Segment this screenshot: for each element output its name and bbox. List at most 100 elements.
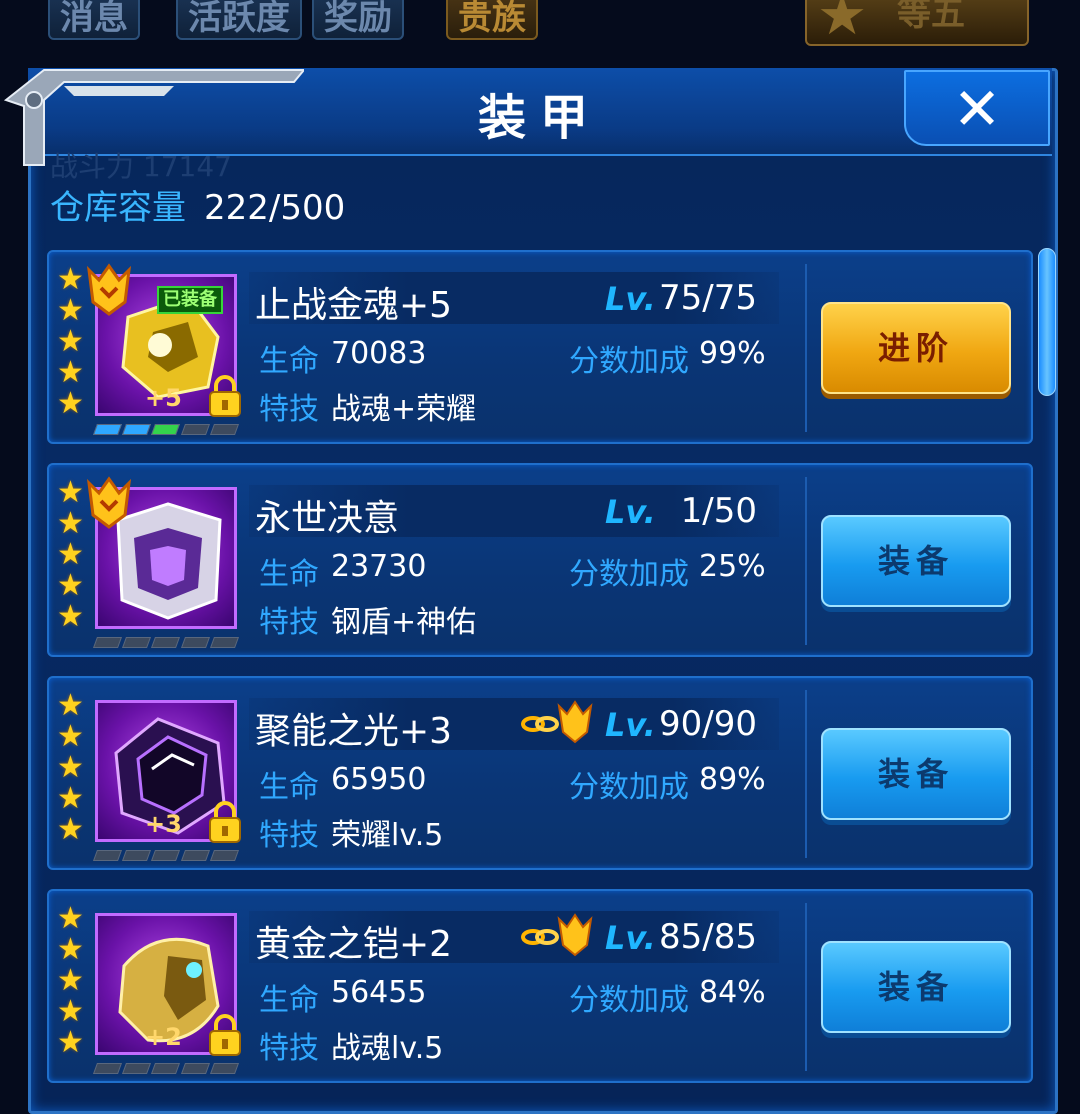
score-bonus-value: 84% — [699, 975, 766, 1010]
list-scrollbar[interactable] — [1038, 248, 1056, 396]
tab-rewards[interactable]: 奖励 — [312, 0, 404, 40]
equipped-badge: 已装备 — [157, 286, 223, 314]
score-bonus-value: 99% — [699, 336, 766, 371]
armor-list-item[interactable]: ★ ★ ★ ★ ★ +2 黄金之铠+2 Lv. 85/85 生命 56455 分… — [47, 889, 1033, 1083]
socket-slot — [180, 1063, 210, 1074]
star-icon: ★ — [57, 719, 84, 754]
card-divider — [805, 477, 807, 645]
skill-label: 特技 — [259, 392, 319, 427]
equip-button[interactable]: 装备 — [821, 515, 1011, 607]
hp-label: 生命 — [259, 983, 319, 1018]
hp-label: 生命 — [259, 770, 319, 805]
star-icon: ★ — [57, 750, 84, 785]
armor-name: 止战金魂+5 — [255, 285, 453, 326]
level-label: Lv. — [605, 493, 656, 531]
card-divider — [805, 264, 807, 432]
star-icon: ★ — [57, 994, 84, 1029]
level-label: Lv. — [605, 706, 656, 744]
star-icon: ★ — [57, 355, 84, 390]
enhance-level: +2 — [145, 1023, 182, 1051]
close-icon: ✕ — [952, 75, 1002, 143]
armor-list-item[interactable]: ★ ★ ★ ★ ★ +3 聚能之光+3 Lv. 90/90 生命 65950 分… — [47, 676, 1033, 870]
warehouse-capacity: 仓库容量 222/500 — [50, 180, 345, 229]
card-divider — [805, 690, 807, 858]
score-bonus-label: 分数加成 — [569, 557, 689, 592]
socket-slot — [122, 637, 152, 648]
level-value: 85/85 — [659, 917, 757, 957]
hp-label: 生命 — [259, 344, 319, 379]
set-link-icon — [521, 700, 593, 744]
equip-button[interactable]: 装备 — [821, 941, 1011, 1033]
rank-badge-label: 等五 — [897, 0, 965, 34]
capacity-value: 222/500 — [204, 188, 346, 228]
background-tab-bar: 消息 活跃度 奖励 贵族 ★ 等五 — [0, 0, 1080, 60]
star-icon: ★ — [57, 932, 84, 967]
close-button[interactable]: ✕ — [904, 70, 1050, 146]
star-icon: ★ — [57, 812, 84, 847]
armor-list-item[interactable]: ★ ★ ★ ★ ★ 已装备 +5 止战金魂+5 Lv. 75/75 生命 700… — [47, 250, 1033, 444]
score-bonus-label: 分数加成 — [569, 983, 689, 1018]
armor-name: 黄金之铠+2 — [255, 924, 453, 965]
tab-messages[interactable]: 消息 — [48, 0, 140, 40]
rank-star-icon: ★ — [817, 0, 868, 48]
socket-slots — [92, 850, 240, 861]
socket-slot — [122, 424, 152, 435]
socket-slots — [92, 1063, 240, 1074]
advance-button[interactable]: 进阶 — [821, 302, 1011, 394]
socket-slot — [151, 1063, 181, 1074]
socket-slot — [209, 424, 240, 435]
level-value: 1/50 — [680, 491, 757, 531]
socket-slot — [209, 637, 240, 648]
armor-name: 永世决意 — [255, 498, 400, 539]
skill-label: 特技 — [259, 605, 319, 640]
socket-slot — [180, 850, 210, 861]
socket-slot — [92, 1063, 123, 1074]
star-icon: ★ — [57, 568, 84, 603]
background-ghost-text: 战斗力 17147 — [50, 150, 232, 183]
equip-button[interactable]: 装备 — [821, 728, 1011, 820]
star-icon: ★ — [57, 688, 84, 723]
star-icon: ★ — [57, 599, 84, 634]
hp-label: 生命 — [259, 557, 319, 592]
crown-icon — [86, 263, 132, 316]
score-bonus-value: 89% — [699, 762, 766, 797]
level-value: 75/75 — [659, 278, 757, 318]
star-rating: ★ ★ ★ ★ ★ — [57, 690, 87, 845]
hp-value: 23730 — [331, 549, 427, 584]
star-rating: ★ ★ ★ ★ ★ — [57, 903, 87, 1058]
skill-label: 特技 — [259, 1031, 319, 1066]
socket-slot — [92, 850, 123, 861]
skill-value: 战魂lv.5 — [331, 1031, 444, 1066]
socket-slots — [92, 424, 240, 435]
tab-activity[interactable]: 活跃度 — [176, 0, 302, 40]
capacity-label: 仓库容量 — [50, 188, 186, 228]
socket-slot — [209, 850, 240, 861]
lock-icon — [209, 1014, 241, 1056]
armor-list-item[interactable]: ★ ★ ★ ★ ★ 永世决意 Lv. 1/50 生命 23730 分数加成 25… — [47, 463, 1033, 657]
socket-slot — [180, 637, 210, 648]
set-link-icon — [521, 913, 593, 957]
hp-value: 65950 — [331, 762, 427, 797]
crown-icon — [86, 476, 132, 529]
star-icon: ★ — [57, 386, 84, 421]
skill-value: 荣耀lv.5 — [331, 818, 444, 853]
socket-slot — [151, 637, 181, 648]
armor-name: 聚能之光+3 — [255, 711, 453, 752]
enhance-level: +5 — [145, 384, 182, 412]
star-icon: ★ — [57, 1025, 84, 1060]
score-bonus-value: 25% — [699, 549, 766, 584]
star-icon: ★ — [57, 963, 84, 998]
lock-icon — [209, 375, 241, 417]
hp-value: 70083 — [331, 336, 427, 371]
hp-value: 56455 — [331, 975, 427, 1010]
tab-nobility[interactable]: 贵族 — [446, 0, 538, 40]
star-icon: ★ — [57, 781, 84, 816]
star-icon: ★ — [57, 901, 84, 936]
socket-slot — [122, 1063, 152, 1074]
level-value: 90/90 — [659, 704, 757, 744]
socket-slot — [151, 850, 181, 861]
socket-slot — [92, 637, 123, 648]
socket-slots — [92, 637, 240, 648]
score-bonus-label: 分数加成 — [569, 344, 689, 379]
lock-icon — [209, 801, 241, 843]
